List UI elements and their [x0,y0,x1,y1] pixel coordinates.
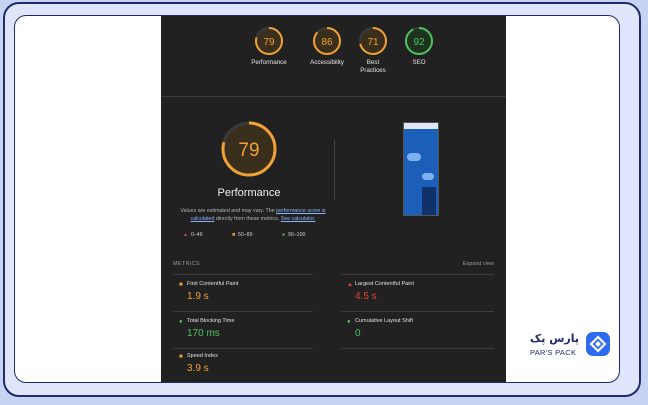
legend-range: 50–89 [238,232,253,238]
square-icon: ■ [179,282,183,288]
metric-value: 1.9 s [187,291,209,302]
metrics-heading: METRICS [173,261,200,267]
thumbnail-building [422,187,436,215]
legend-pass: ● 90–100 [282,232,305,238]
triangle-icon: ▲ [183,232,189,238]
logo-mark-icon [586,332,610,356]
gauge-ring: 71 [359,27,387,55]
metric-name: Cumulative Layout Shift [355,318,414,324]
performance-title: Performance [217,187,281,199]
metric-name: First Contentful Paint [187,281,239,287]
note-text: directly from these metrics. [214,216,281,222]
logo-text-fa: پارس پک [530,332,579,345]
legend-average: ■ 50–89 [232,232,252,238]
thumbnail-cloud [407,153,421,161]
expand-view-button[interactable]: Expand view [463,261,494,267]
gauge-label: SEO [412,59,426,66]
page-screenshot-thumbnail[interactable] [403,122,439,216]
square-icon: ■ [232,232,236,238]
gauge-label: Performance [251,59,287,66]
vertical-divider [334,140,335,200]
square-icon: ■ [179,354,183,360]
gauge-ring: 86 [313,27,341,55]
metric-name: Largest Contentful Paint [355,281,415,287]
gauge-score: 79 [263,37,275,48]
circle-icon: ● [347,319,351,325]
logo-text-en: PAR'S PACK [530,348,577,357]
note-text: Values are estimated and may vary. The [180,208,277,214]
thumbnail-header [404,123,438,129]
circle-icon: ● [179,319,183,325]
gauge-score: 92 [413,37,425,48]
metric-divider [341,274,494,275]
metric-value: 0 [355,328,361,339]
performance-score: 79 [238,140,259,161]
see-calculator-link[interactable]: See calculator. [281,216,316,222]
circle-icon: ● [282,232,286,238]
metric-divider [341,311,494,312]
performance-gauge: 79 [221,121,277,177]
metric-name: Total Blocking Time [187,318,235,324]
legend-range: 0–49 [191,232,203,238]
gauge-score: 71 [367,37,379,48]
gauge-ring: 92 [405,27,433,55]
metric-divider [341,348,494,349]
metric-divider [173,311,313,312]
metric-name: Speed Index [187,353,218,359]
triangle-icon: ▲ [347,282,353,288]
legend-fail: ▲ 0–49 [183,232,203,238]
parspack-logo: پارس پک PAR'S PACK [520,322,614,370]
metric-value: 3.9 s [187,363,209,374]
divider [161,96,506,97]
gauge-score: 86 [321,37,333,48]
metric-divider [173,348,313,349]
lighthouse-panel: 79 Performance 86 Accessibility 71 Best … [161,16,506,382]
performance-note: Values are estimated and may vary. The p… [169,207,337,223]
gauge-ring: 79 [255,27,283,55]
metric-divider [173,274,313,275]
metric-value: 170 ms [187,328,220,339]
gauge-performance[interactable]: 79 Performance [237,26,301,67]
thumbnail-cloud [422,173,434,180]
gauge-seo[interactable]: 92 SEO [387,26,451,67]
legend-range: 90–100 [288,232,306,238]
metric-value: 4.5 s [355,291,377,302]
